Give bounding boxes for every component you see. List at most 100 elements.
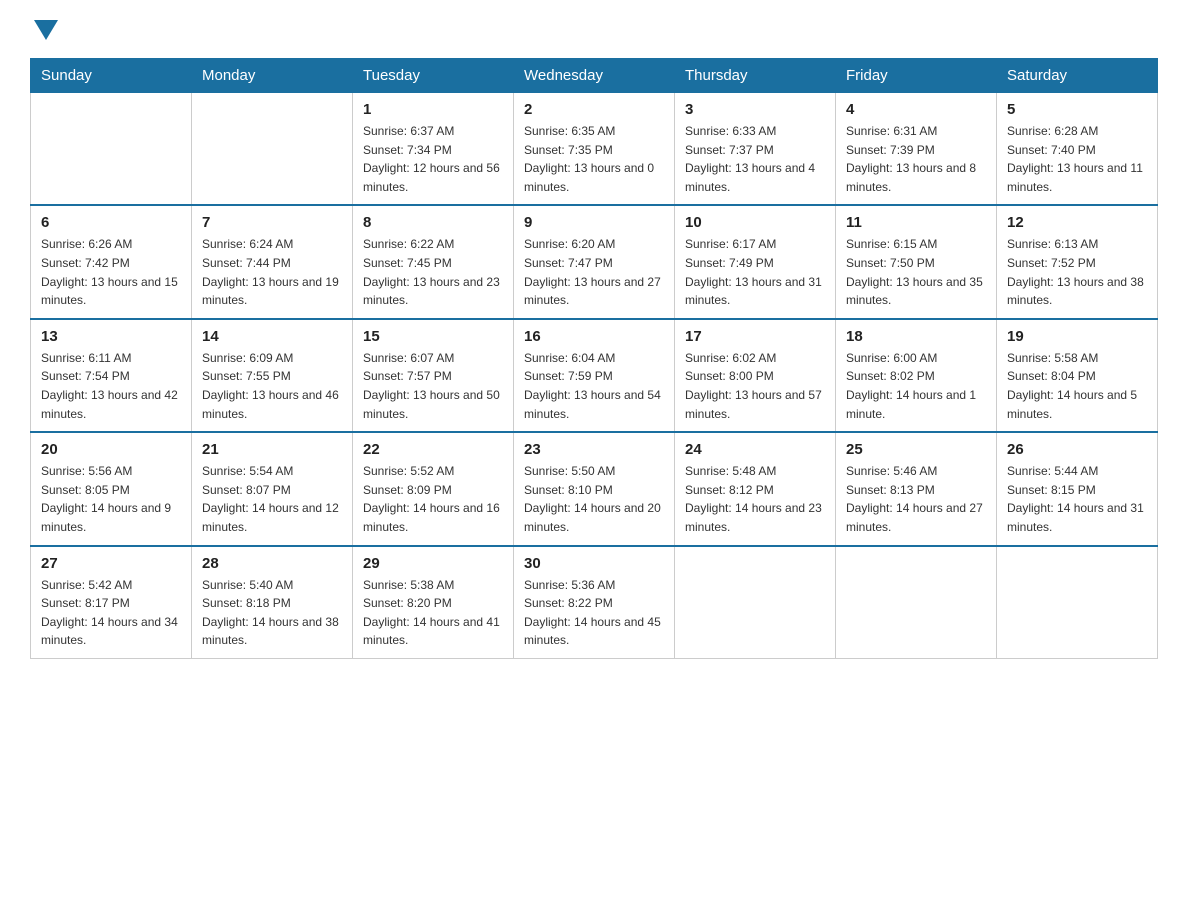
day-number: 7 [202,214,342,231]
calendar-cell: 21 Sunrise: 5:54 AMSunset: 8:07 PMDayligh… [192,432,353,545]
day-number: 4 [846,101,986,118]
header-tuesday: Tuesday [353,59,514,93]
logo [30,20,62,40]
logo-text [30,20,62,40]
calendar-cell: 4 Sunrise: 6:31 AMSunset: 7:39 PMDaylight… [836,93,997,206]
header-wednesday: Wednesday [514,59,675,93]
day-info: Sunrise: 6:02 AMSunset: 8:00 PMDaylight:… [685,349,825,423]
day-number: 22 [363,441,503,458]
calendar-week-row: 20 Sunrise: 5:56 AMSunset: 8:05 PMDayligh… [31,432,1158,545]
calendar-cell [997,546,1158,659]
day-info: Sunrise: 6:33 AMSunset: 7:37 PMDaylight:… [685,122,825,196]
day-number: 14 [202,328,342,345]
day-number: 18 [846,328,986,345]
calendar-cell: 9Sunrise: 6:20 AMSunset: 7:47 PMDaylight… [514,205,675,318]
calendar-cell: 22 Sunrise: 5:52 AMSunset: 8:09 PMDayligh… [353,432,514,545]
day-info: Sunrise: 5:36 AMSunset: 8:22 PMDaylight:… [524,576,664,650]
day-info: Sunrise: 6:15 AMSunset: 7:50 PMDaylight:… [846,235,986,309]
day-info: Sunrise: 6:37 AMSunset: 7:34 PMDaylight:… [363,122,503,196]
day-number: 9 [524,214,664,231]
calendar-cell: 17 Sunrise: 6:02 AMSunset: 8:00 PMDayligh… [675,319,836,432]
calendar-cell: 29 Sunrise: 5:38 AMSunset: 8:20 PMDayligh… [353,546,514,659]
day-number: 30 [524,555,664,572]
header-sunday: Sunday [31,59,192,93]
calendar-cell: 7Sunrise: 6:24 AMSunset: 7:44 PMDaylight… [192,205,353,318]
day-number: 15 [363,328,503,345]
calendar-cell: 15 Sunrise: 6:07 AMSunset: 7:57 PMDayligh… [353,319,514,432]
day-number: 6 [41,214,181,231]
day-info: Sunrise: 6:28 AMSunset: 7:40 PMDaylight:… [1007,122,1147,196]
calendar-cell: 14 Sunrise: 6:09 AMSunset: 7:55 PMDayligh… [192,319,353,432]
calendar-cell: 20 Sunrise: 5:56 AMSunset: 8:05 PMDayligh… [31,432,192,545]
calendar-cell: 30 Sunrise: 5:36 AMSunset: 8:22 PMDayligh… [514,546,675,659]
day-number: 11 [846,214,986,231]
day-info: Sunrise: 6:11 AMSunset: 7:54 PMDaylight:… [41,349,181,423]
day-info: Sunrise: 5:52 AMSunset: 8:09 PMDaylight:… [363,462,503,536]
calendar-cell: 24 Sunrise: 5:48 AMSunset: 8:12 PMDayligh… [675,432,836,545]
page-header [30,20,1158,40]
calendar-cell: 26Sunrise: 5:44 AMSunset: 8:15 PMDayligh… [997,432,1158,545]
day-number: 13 [41,328,181,345]
day-number: 3 [685,101,825,118]
header-friday: Friday [836,59,997,93]
calendar-cell: 23 Sunrise: 5:50 AMSunset: 8:10 PMDayligh… [514,432,675,545]
header-saturday: Saturday [997,59,1158,93]
day-number: 19 [1007,328,1147,345]
day-info: Sunrise: 5:48 AMSunset: 8:12 PMDaylight:… [685,462,825,536]
day-info: Sunrise: 5:58 AMSunset: 8:04 PMDaylight:… [1007,349,1147,423]
day-number: 10 [685,214,825,231]
day-info: Sunrise: 6:00 AMSunset: 8:02 PMDaylight:… [846,349,986,423]
day-info: Sunrise: 6:26 AMSunset: 7:42 PMDaylight:… [41,235,181,309]
day-number: 17 [685,328,825,345]
header-monday: Monday [192,59,353,93]
day-info: Sunrise: 6:13 AMSunset: 7:52 PMDaylight:… [1007,235,1147,309]
calendar-cell: 18 Sunrise: 6:00 AMSunset: 8:02 PMDayligh… [836,319,997,432]
day-info: Sunrise: 5:38 AMSunset: 8:20 PMDaylight:… [363,576,503,650]
calendar-cell [192,93,353,206]
day-info: Sunrise: 6:35 AMSunset: 7:35 PMDaylight:… [524,122,664,196]
day-number: 5 [1007,101,1147,118]
calendar-cell: 3 Sunrise: 6:33 AMSunset: 7:37 PMDaylight… [675,93,836,206]
day-number: 2 [524,101,664,118]
calendar-cell: 16Sunrise: 6:04 AMSunset: 7:59 PMDayligh… [514,319,675,432]
day-number: 27 [41,555,181,572]
day-info: Sunrise: 6:07 AMSunset: 7:57 PMDaylight:… [363,349,503,423]
day-number: 12 [1007,214,1147,231]
calendar-cell: 12 Sunrise: 6:13 AMSunset: 7:52 PMDayligh… [997,205,1158,318]
calendar-cell: 27 Sunrise: 5:42 AMSunset: 8:17 PMDayligh… [31,546,192,659]
day-number: 29 [363,555,503,572]
day-info: Sunrise: 5:42 AMSunset: 8:17 PMDaylight:… [41,576,181,650]
calendar-cell [31,93,192,206]
day-info: Sunrise: 5:50 AMSunset: 8:10 PMDaylight:… [524,462,664,536]
day-info: Sunrise: 5:46 AMSunset: 8:13 PMDaylight:… [846,462,986,536]
calendar-cell: 8Sunrise: 6:22 AMSunset: 7:45 PMDaylight… [353,205,514,318]
day-info: Sunrise: 5:56 AMSunset: 8:05 PMDaylight:… [41,462,181,536]
day-info: Sunrise: 6:09 AMSunset: 7:55 PMDaylight:… [202,349,342,423]
calendar-cell: 13 Sunrise: 6:11 AMSunset: 7:54 PMDayligh… [31,319,192,432]
logo-triangle-icon [34,20,58,40]
day-info: Sunrise: 5:54 AMSunset: 8:07 PMDaylight:… [202,462,342,536]
day-info: Sunrise: 5:40 AMSunset: 8:18 PMDaylight:… [202,576,342,650]
calendar-cell: 11 Sunrise: 6:15 AMSunset: 7:50 PMDayligh… [836,205,997,318]
day-number: 21 [202,441,342,458]
header-thursday: Thursday [675,59,836,93]
day-number: 1 [363,101,503,118]
calendar-week-row: 6 Sunrise: 6:26 AMSunset: 7:42 PMDaylight… [31,205,1158,318]
calendar-body: 1 Sunrise: 6:37 AMSunset: 7:34 PMDaylight… [31,93,1158,659]
day-number: 26 [1007,441,1147,458]
calendar-cell: 2 Sunrise: 6:35 AMSunset: 7:35 PMDaylight… [514,93,675,206]
day-number: 24 [685,441,825,458]
calendar-cell: 25 Sunrise: 5:46 AMSunset: 8:13 PMDayligh… [836,432,997,545]
calendar-header: Sunday Monday Tuesday Wednesday Thursday… [31,59,1158,93]
day-info: Sunrise: 6:17 AMSunset: 7:49 PMDaylight:… [685,235,825,309]
calendar-cell [836,546,997,659]
calendar-week-row: 27 Sunrise: 5:42 AMSunset: 8:17 PMDayligh… [31,546,1158,659]
day-number: 28 [202,555,342,572]
calendar-cell [675,546,836,659]
day-number: 23 [524,441,664,458]
calendar-cell: 5 Sunrise: 6:28 AMSunset: 7:40 PMDaylight… [997,93,1158,206]
calendar-cell: 10 Sunrise: 6:17 AMSunset: 7:49 PMDayligh… [675,205,836,318]
day-number: 25 [846,441,986,458]
day-number: 20 [41,441,181,458]
day-info: Sunrise: 6:31 AMSunset: 7:39 PMDaylight:… [846,122,986,196]
